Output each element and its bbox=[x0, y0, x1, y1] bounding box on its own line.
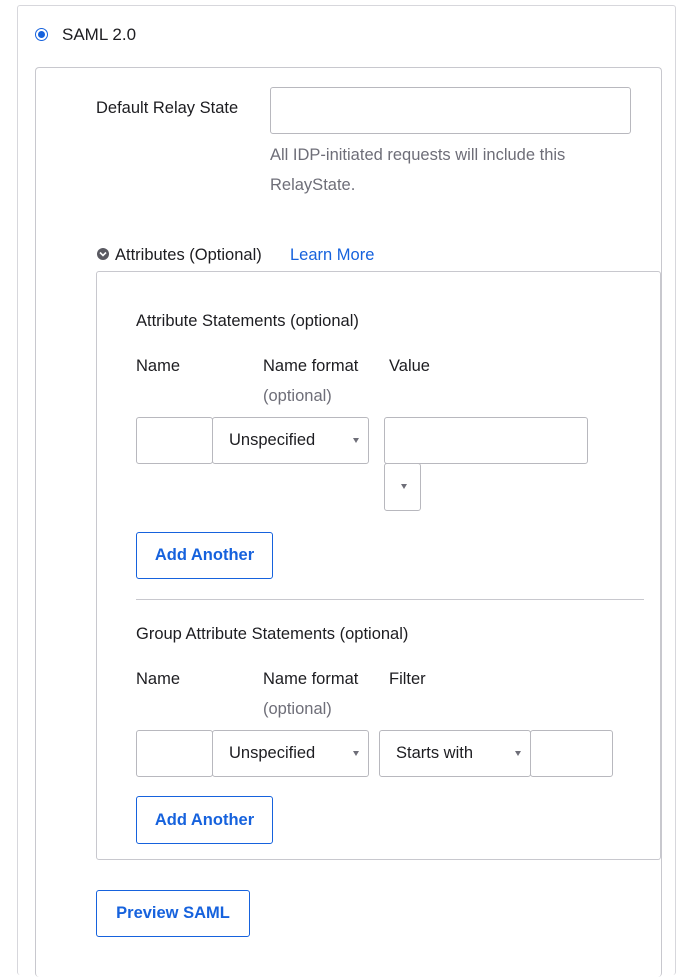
attr-value-type-select[interactable] bbox=[384, 463, 421, 511]
relay-state-input[interactable] bbox=[270, 87, 631, 134]
attr-col-name: Name bbox=[136, 357, 181, 375]
learn-more-link[interactable]: Learn More bbox=[290, 246, 374, 265]
attr-name-format-select[interactable]: Unspecified bbox=[212, 417, 369, 464]
caret-down-icon bbox=[353, 750, 359, 756]
attr-col-name-format: Name format bbox=[263, 357, 359, 375]
attr-name-input[interactable] bbox=[136, 417, 213, 464]
group-filter-select[interactable]: Starts with bbox=[379, 730, 531, 777]
attr-add-another-button[interactable]: Add Another bbox=[136, 532, 273, 579]
saml-option-label[interactable]: SAML 2.0 bbox=[62, 25, 136, 45]
attributes-section-title[interactable]: Attributes (Optional) bbox=[115, 246, 262, 265]
group-col-filter: Filter bbox=[389, 670, 426, 688]
relay-state-hint-line1: All IDP-initiated requests will include … bbox=[270, 146, 566, 164]
group-col-name-format-hint: (optional) bbox=[263, 700, 332, 718]
chevron-down-icon[interactable] bbox=[97, 248, 109, 260]
attr-name-format-value: Unspecified bbox=[229, 431, 316, 449]
relay-state-label: Default Relay State bbox=[96, 99, 239, 117]
group-name-input[interactable] bbox=[136, 730, 213, 777]
caret-down-icon bbox=[353, 437, 359, 443]
group-attribute-statements-title: Group Attribute Statements (optional) bbox=[136, 625, 409, 643]
chevron-down-glyph bbox=[99, 251, 107, 257]
attr-value-input[interactable] bbox=[384, 417, 588, 464]
group-name-format-value: Unspecified bbox=[229, 744, 316, 762]
group-add-another-button[interactable]: Add Another bbox=[136, 796, 273, 844]
attribute-statements-title: Attribute Statements (optional) bbox=[136, 312, 359, 330]
group-filter-input[interactable] bbox=[530, 730, 613, 777]
preview-saml-button[interactable]: Preview SAML bbox=[96, 890, 250, 937]
saml-radio-button[interactable] bbox=[35, 28, 48, 41]
group-col-name-format: Name format bbox=[263, 670, 359, 688]
group-filter-value: Starts with bbox=[396, 744, 474, 762]
section-divider bbox=[136, 599, 644, 600]
relay-state-hint-line2: RelayState. bbox=[270, 176, 356, 194]
group-name-format-select[interactable]: Unspecified bbox=[212, 730, 369, 777]
attr-col-name-format-hint: (optional) bbox=[263, 387, 332, 405]
group-col-name: Name bbox=[136, 670, 181, 688]
caret-down-icon bbox=[401, 484, 407, 489]
attr-col-value: Value bbox=[389, 357, 430, 375]
caret-down-icon bbox=[515, 750, 521, 756]
